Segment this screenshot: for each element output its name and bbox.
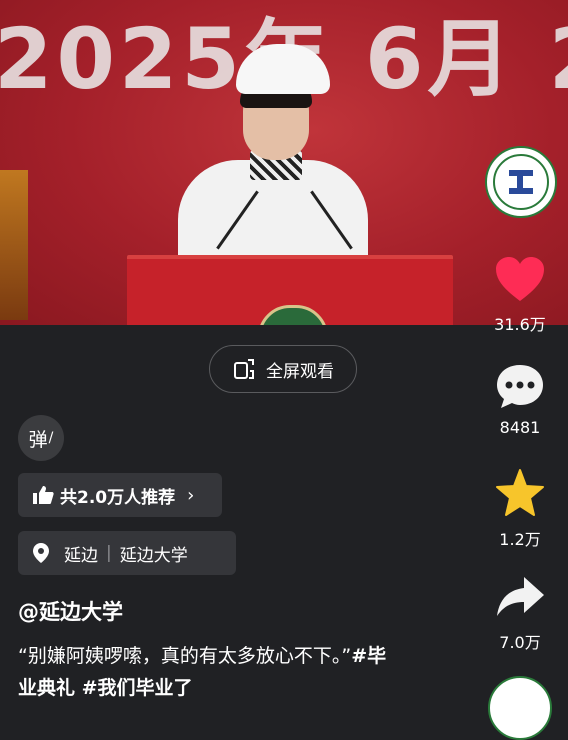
video-player[interactable]: 2025年 6月 2 xyxy=(0,0,568,325)
location-divider: | xyxy=(106,543,112,563)
thumbs-up-icon xyxy=(33,486,54,504)
recommend-chip[interactable]: 共2.0万人推荐 › xyxy=(18,473,222,517)
post-description: “别嫌阿姨啰嗦，真的有太多放心不下。”#毕业典礼 #我们毕业了 xyxy=(18,640,388,704)
location-pin-icon xyxy=(33,543,49,563)
music-disc[interactable] xyxy=(488,676,552,740)
fullscreen-label: 全屏观看 xyxy=(266,361,334,382)
share-arrow-icon xyxy=(497,577,544,616)
danmaku-toggle[interactable]: 弹 / xyxy=(18,415,64,461)
fullscreen-button[interactable]: 全屏观看 xyxy=(209,345,357,393)
location-city: 延边 xyxy=(64,545,98,566)
danmaku-slash-icon: / xyxy=(48,430,54,446)
favorite-count: 1.2万 xyxy=(499,530,541,549)
comment-count: 8481 xyxy=(499,418,541,437)
rotate-screen-icon xyxy=(234,359,254,379)
comment-button[interactable]: 8481 xyxy=(488,362,552,437)
heart-icon xyxy=(496,257,544,301)
chevron-right-icon: › xyxy=(187,484,195,506)
recommend-label: 共2.0万人推荐 xyxy=(60,487,176,508)
university-seal-icon xyxy=(493,154,549,210)
share-count: 7.0万 xyxy=(499,633,541,652)
author-name[interactable]: @延边大学 xyxy=(18,596,123,626)
share-button[interactable]: 7.0万 xyxy=(488,573,552,653)
star-icon xyxy=(496,469,544,516)
account-avatar[interactable] xyxy=(485,146,557,218)
post-text: “别嫌阿姨啰嗦，真的有太多放心不下。” xyxy=(18,645,352,667)
location-chip[interactable]: 延边 | 延边大学 xyxy=(18,531,236,575)
comment-icon xyxy=(497,365,543,408)
favorite-button[interactable]: 1.2万 xyxy=(488,468,552,550)
like-button[interactable]: 31.6万 xyxy=(488,255,552,335)
side-flag xyxy=(0,170,28,320)
location-place: 延边大学 xyxy=(119,545,188,566)
like-count: 31.6万 xyxy=(494,315,546,334)
danmaku-label: 弹 xyxy=(28,428,48,451)
